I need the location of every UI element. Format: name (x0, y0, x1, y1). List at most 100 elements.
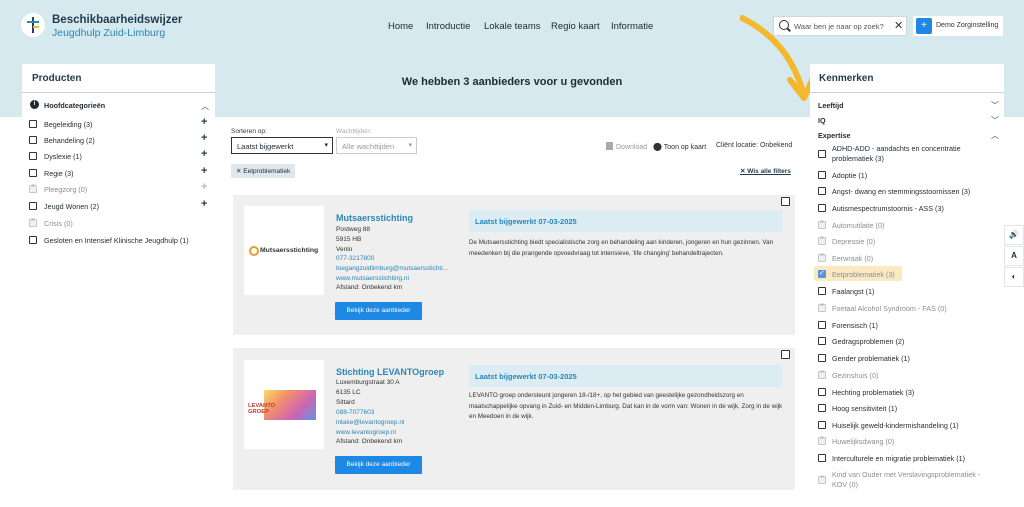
compare-checkbox[interactable] (781, 350, 790, 359)
provider-postcode: 6135 LC (336, 389, 361, 396)
provider-distance: Afstand: Onbekend km (336, 438, 403, 445)
feature-checkbox[interactable] (818, 171, 826, 179)
feature-checkbox[interactable] (818, 421, 826, 429)
contrast-icon[interactable]: ◐ (1004, 267, 1024, 287)
font-size-icon[interactable]: A (1004, 246, 1024, 266)
sort-select[interactable]: Laatst bijgewerkt ▾ (231, 137, 333, 154)
provider-email[interactable]: intake@levantogroep.nl (336, 419, 404, 426)
chevron-up-icon[interactable]: ︿ (201, 101, 209, 112)
feature-checkbox[interactable] (818, 454, 826, 462)
chevron-down-icon[interactable]: ﹀ (991, 100, 999, 111)
feature-label: Foetaal Alcohol Syndroom - FAS (0) (832, 304, 947, 313)
nav-lokale-teams[interactable]: Lokale teams (484, 21, 541, 32)
feature-checkbox[interactable] (818, 388, 826, 396)
chevron-down-icon[interactable]: ﹀ (991, 115, 999, 126)
provider-website[interactable]: www.levantogroep.nl (336, 429, 396, 436)
category-checkbox[interactable] (29, 169, 37, 177)
feature-checkbox[interactable] (818, 150, 826, 158)
map-button[interactable]: ⬤ Toon op kaart (653, 142, 706, 151)
sort-label: Sorteren op: (231, 128, 267, 135)
clear-search-icon[interactable]: ✕ (894, 19, 903, 32)
section-iq[interactable]: IQ (818, 116, 826, 125)
wait-label: Wachttijden: (336, 128, 372, 135)
download-label: Download (616, 144, 648, 151)
provider-description: De Mutsaersstichting biedt specialistisc… (469, 239, 774, 257)
category-label: Pleegzorg (0) (44, 185, 88, 194)
feature-label: Autismespectrumstoornis - ASS (3) (832, 204, 944, 213)
feature-checkbox[interactable] (818, 404, 826, 412)
wait-select: Alle wachttijden ▾ (336, 137, 417, 154)
active-filter-chip[interactable]: ✕ Eetproblematiek (231, 164, 296, 178)
map-label: Toon op kaart (663, 144, 707, 151)
logo-icon[interactable] (21, 13, 45, 37)
sort-value: Laatst bijgewerkt (237, 142, 294, 151)
nav-introductie[interactable]: Introductie (426, 21, 470, 32)
nav-informatie[interactable]: Informatie (611, 21, 653, 32)
feature-checkbox[interactable] (818, 204, 826, 212)
products-title: Producten (32, 73, 82, 84)
view-provider-button[interactable]: Bekijk deze aanbieder (335, 456, 422, 474)
feature-label: Angst- dwang en stemmingsstoornissen (3) (832, 187, 971, 196)
provider-card: LEVANTO GROEP Stichting LEVANTOgroep Lux… (233, 348, 795, 490)
feature-checkbox[interactable] (818, 337, 826, 345)
category-checkbox[interactable] (29, 236, 37, 244)
feature-label: Automutilatie (0) (832, 221, 885, 230)
nav-regio-kaart[interactable]: Regio kaart (551, 21, 600, 32)
expand-plus-icon[interactable]: + (201, 165, 207, 177)
provider-name[interactable]: Stichting LEVANTOgroep (336, 367, 444, 377)
provider-email[interactable]: toegangzuidlimburg@mutsaersstichti... (336, 265, 448, 272)
expand-plus-icon[interactable]: + (201, 132, 207, 144)
feature-label: Eetproblematiek (3) (832, 270, 895, 279)
main-categories-label: Hoofdcategorieën (44, 101, 106, 110)
feature-label: Gedragsproblemen (2) (832, 337, 905, 346)
chevron-down-icon: ▾ (324, 142, 328, 149)
feature-label: Gezinshuis (0) (832, 371, 879, 380)
provider-postcode: 5915 HB (336, 236, 362, 243)
section-leeftijd[interactable]: Leeftijd (818, 101, 844, 110)
feature-checkbox[interactable] (818, 287, 826, 295)
client-location[interactable]: Cliënt locatie: Onbekend (716, 142, 792, 149)
chevron-up-icon[interactable]: ︿ (991, 130, 999, 141)
feature-checkbox-checked[interactable] (818, 269, 826, 278)
category-label: Dyslexie (1) (44, 152, 82, 161)
provider-phone[interactable]: 088-7077603 (336, 409, 374, 416)
clear-filters-link[interactable]: ✕ Wis alle filters (740, 167, 791, 175)
feature-label-line2: KOV (0) (832, 480, 858, 489)
provider-website[interactable]: www.mutsaersstichting.nl (336, 275, 409, 282)
expand-plus-icon[interactable]: + (201, 148, 207, 160)
provider-name[interactable]: Mutsaersstichting (336, 213, 413, 223)
feature-checkbox-disabled (818, 302, 826, 312)
speaker-icon[interactable]: 🔊 (1004, 225, 1024, 245)
category-checkbox[interactable] (29, 202, 37, 210)
category-label: Jeugd Wonen (2) (44, 202, 100, 211)
download-button[interactable]: Download (606, 142, 647, 151)
feature-checkbox-disabled (818, 435, 826, 445)
last-updated: Laatst bijgewerkt 07-03-2025 (469, 210, 782, 232)
category-checkbox[interactable] (29, 120, 37, 128)
provider-phone[interactable]: 077-3217800 (336, 255, 374, 262)
provider-logo: LEVANTO GROEP (244, 360, 324, 449)
feature-checkbox[interactable] (818, 354, 826, 362)
feature-checkbox[interactable] (818, 321, 826, 329)
feature-checkbox-disabled (818, 474, 826, 484)
category-checkbox[interactable] (29, 136, 37, 144)
feature-checkbox[interactable] (818, 187, 826, 195)
feature-label: Forensisch (1) (832, 321, 878, 330)
view-provider-button[interactable]: Bekijk deze aanbieder (335, 302, 422, 320)
section-expertise[interactable]: Expertise (818, 131, 850, 140)
provider-logo: Mutsaersstichting (244, 206, 324, 295)
feature-label: Faalangst (1) (832, 287, 875, 296)
expand-plus-icon[interactable]: + (201, 198, 207, 210)
nav-home[interactable]: Home (388, 21, 413, 32)
category-checkbox[interactable] (29, 152, 37, 160)
provider-city: Venlo (336, 246, 353, 253)
info-icon: i (30, 100, 39, 109)
brand-subtitle[interactable]: Jeugdhulp Zuid-Limburg (52, 27, 165, 39)
feature-label: Kind van Ouder met Verslavingsproblemati… (832, 470, 981, 479)
brand-title[interactable]: Beschikbaarheidswijzer (52, 14, 182, 26)
compare-checkbox[interactable] (781, 197, 790, 206)
account-button[interactable]: + Demo Zorginstelling (913, 16, 1003, 36)
annotation-arrow-icon (740, 15, 817, 101)
expand-plus-icon[interactable]: + (201, 116, 207, 128)
feature-label: Huwelijksdwang (0) (832, 437, 895, 446)
